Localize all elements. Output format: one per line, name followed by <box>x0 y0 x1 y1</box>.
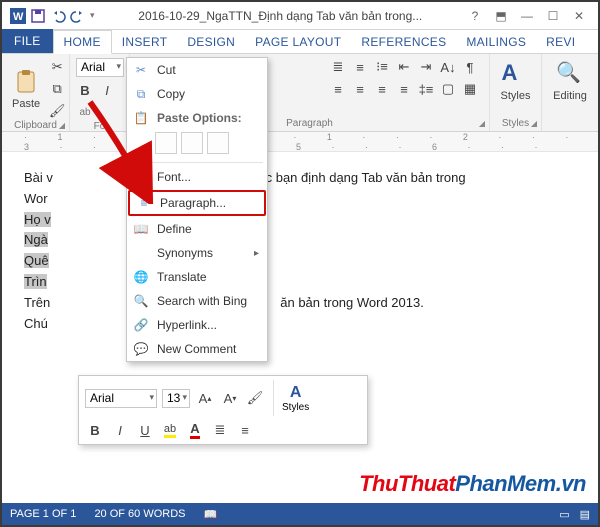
submenu-arrow-icon: ▸ <box>254 248 259 259</box>
window-title: 2016-10-29_NgaTTN_Định dạng Tab văn bản … <box>95 9 466 23</box>
maximize-icon[interactable]: ☐ <box>544 9 562 23</box>
selected-text: Họ v <box>24 212 51 227</box>
quick-access-toolbar: W ▾ <box>6 8 95 24</box>
menu-new-comment[interactable]: 💬New Comment <box>127 337 267 361</box>
shrink-font-icon[interactable]: A▾ <box>220 388 240 408</box>
search-icon: 🔍 <box>133 293 149 309</box>
highlight-icon[interactable]: ab <box>160 420 180 440</box>
styles-button[interactable]: A Styles <box>496 58 535 104</box>
font-name-input[interactable]: Arial <box>76 58 124 77</box>
comment-icon: 💬 <box>133 341 149 357</box>
print-layout-icon[interactable]: ▤ <box>580 508 590 521</box>
mini-italic-button[interactable]: I <box>110 420 130 440</box>
tab-design[interactable]: DESIGN <box>177 31 245 53</box>
ribbon-tabs: FILE HOME INSERT DESIGN PAGE LAYOUT REFE… <box>2 30 598 54</box>
paste-text-only-icon[interactable] <box>207 132 229 154</box>
copy-icon[interactable]: ⧉ <box>48 80 66 98</box>
translate-icon: 🌐 <box>133 269 149 285</box>
tab-home[interactable]: HOME <box>53 30 112 54</box>
group-editing: 🔍 Editing <box>542 54 598 131</box>
styles-dialog-launcher-icon[interactable]: ◢ <box>531 119 537 128</box>
format-painter-icon[interactable]: 🖌 <box>245 388 265 408</box>
redo-icon[interactable] <box>70 8 86 24</box>
cut-icon: ✂ <box>133 62 149 78</box>
styles-group-label: Styles <box>502 118 529 129</box>
mini-toolbar: Arial 13 A▴ A▾ 🖌 A Styles B I U ab A ≣ ≡ <box>78 375 368 445</box>
bullets-icon[interactable]: ≣ <box>210 420 230 440</box>
page-indicator[interactable]: PAGE 1 OF 1 <box>10 508 76 520</box>
bullets-icon[interactable]: ≣ <box>329 58 347 76</box>
numbering-icon[interactable]: ≡ <box>235 420 255 440</box>
show-marks-icon[interactable]: ¶ <box>461 58 479 76</box>
editing-button[interactable]: 🔍 Editing <box>548 58 592 104</box>
hyperlink-icon: 🔗 <box>133 317 149 333</box>
paragraph-dialog-launcher-icon[interactable]: ◢ <box>479 119 485 128</box>
mini-styles-button[interactable]: Styles <box>282 402 309 413</box>
decrease-indent-icon[interactable]: ⇤ <box>395 58 413 76</box>
save-icon[interactable] <box>30 8 46 24</box>
annotation-arrow <box>80 94 170 204</box>
justify-icon[interactable]: ≡ <box>395 80 413 98</box>
read-mode-icon[interactable]: ▭ <box>559 508 569 521</box>
close-icon[interactable]: ✕ <box>570 9 588 23</box>
align-left-icon[interactable]: ≡ <box>329 80 347 98</box>
multilevel-icon[interactable]: ⁝≡ <box>373 58 391 76</box>
tab-insert[interactable]: INSERT <box>112 31 178 53</box>
mini-font-name[interactable]: Arial <box>85 389 157 408</box>
shading-icon[interactable]: ▢ <box>439 80 457 98</box>
svg-text:W: W <box>13 11 24 23</box>
title-bar: W ▾ 2016-10-29_NgaTTN_Định dạng Tab văn … <box>2 2 598 30</box>
menu-synonyms[interactable]: Synonyms▸ <box>127 241 267 265</box>
styles-icon: A <box>290 384 302 402</box>
grow-font-icon[interactable]: A▴ <box>195 388 215 408</box>
group-clipboard: Paste ✂ ⧉ 🖌 Clipboard◢ <box>2 54 70 131</box>
cut-icon[interactable]: ✂ <box>48 58 66 76</box>
spelling-icon[interactable]: 📖 <box>204 508 218 521</box>
tab-page-layout[interactable]: PAGE LAYOUT <box>245 31 351 53</box>
paste-button[interactable]: Paste <box>8 66 44 112</box>
mini-underline-button[interactable]: U <box>135 420 155 440</box>
word-app-icon: W <box>10 8 26 24</box>
menu-cut[interactable]: ✂Cut <box>127 58 267 82</box>
help-icon[interactable]: ? <box>466 9 484 23</box>
menu-define[interactable]: 📖Define <box>127 217 267 241</box>
styles-label: Styles <box>501 90 531 102</box>
tab-references[interactable]: REFERENCES <box>351 31 456 53</box>
menu-search-bing[interactable]: 🔍Search with Bing <box>127 289 267 313</box>
sort-icon[interactable]: A↓ <box>439 58 457 76</box>
paste-label: Paste <box>12 98 40 110</box>
word-count[interactable]: 20 OF 60 WORDS <box>94 508 185 520</box>
ribbon-display-icon[interactable]: ⬒ <box>492 9 510 23</box>
minimize-icon[interactable]: — <box>518 9 536 23</box>
tab-mailings[interactable]: MAILINGS <box>456 31 536 53</box>
synonyms-icon <box>133 245 149 261</box>
clipboard-group-label: Clipboard <box>14 120 57 131</box>
tab-review[interactable]: REVI <box>536 31 585 53</box>
align-center-icon[interactable]: ≡ <box>351 80 369 98</box>
menu-translate[interactable]: 🌐Translate <box>127 265 267 289</box>
clipboard-dialog-launcher-icon[interactable]: ◢ <box>59 121 65 130</box>
editing-label: Editing <box>553 90 587 102</box>
line-spacing-icon[interactable]: ‡≡ <box>417 80 435 98</box>
increase-indent-icon[interactable]: ⇥ <box>417 58 435 76</box>
font-color-icon[interactable]: A <box>185 420 205 440</box>
window-controls: ? ⬒ — ☐ ✕ <box>466 9 594 23</box>
menu-hyperlink[interactable]: 🔗Hyperlink... <box>127 313 267 337</box>
status-bar: PAGE 1 OF 1 20 OF 60 WORDS 📖 ▭ ▤ <box>2 503 598 525</box>
mini-bold-button[interactable]: B <box>85 420 105 440</box>
numbering-icon[interactable]: ≡ <box>351 58 369 76</box>
mini-font-size[interactable]: 13 <box>162 389 190 408</box>
paragraph-group-label: Paragraph <box>286 118 333 129</box>
align-right-icon[interactable]: ≡ <box>373 80 391 98</box>
watermark: ThuThuatPhanMem.vn <box>359 471 586 497</box>
paste-merge-icon[interactable] <box>181 132 203 154</box>
format-painter-icon[interactable]: 🖌 <box>48 102 66 120</box>
borders-icon[interactable]: ▦ <box>461 80 479 98</box>
group-styles: A Styles Styles◢ <box>490 54 542 131</box>
undo-icon[interactable] <box>50 8 66 24</box>
tab-file[interactable]: FILE <box>2 29 53 53</box>
define-icon: 📖 <box>133 221 149 237</box>
